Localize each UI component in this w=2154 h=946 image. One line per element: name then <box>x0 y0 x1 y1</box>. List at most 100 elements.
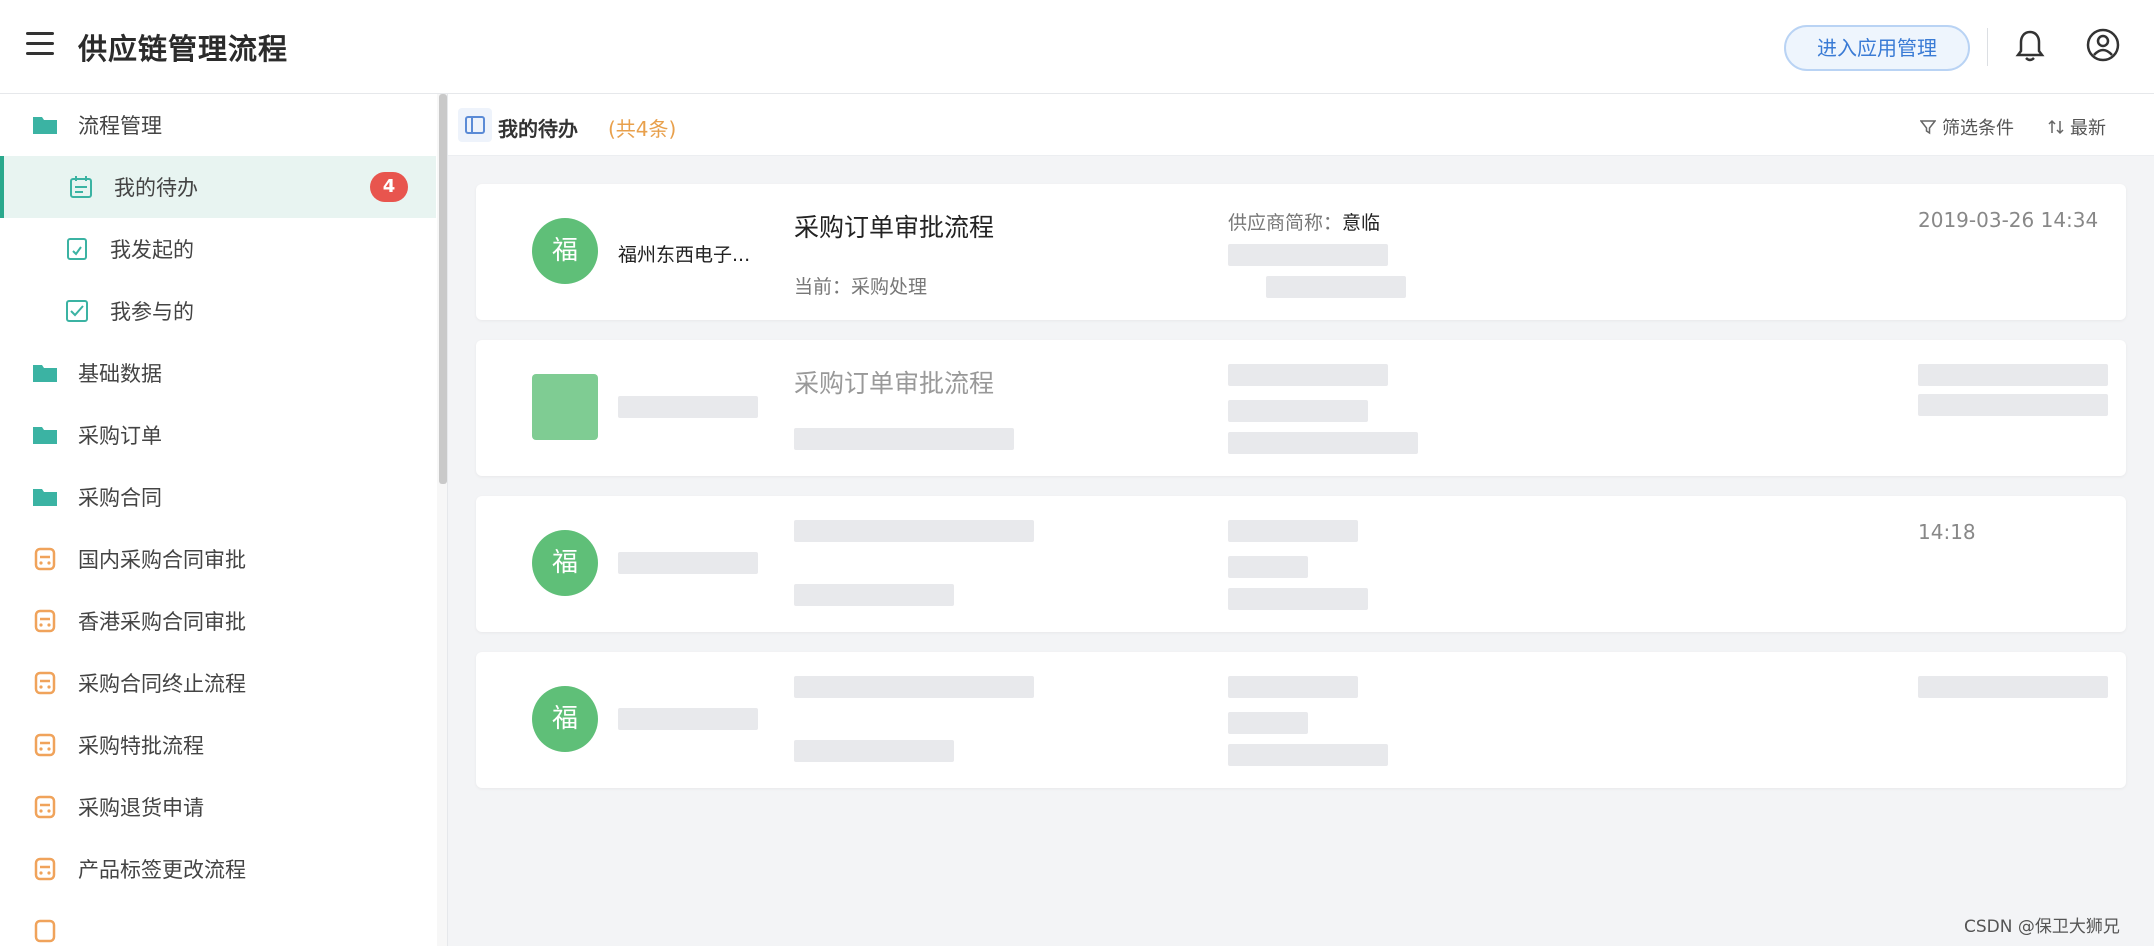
process-icon <box>34 857 56 881</box>
flow-title: 采购订单审批流程 <box>794 213 995 242</box>
sidebar-item-purchase-contract[interactable]: 采购合同 <box>0 466 436 528</box>
blurred-field <box>1228 244 1388 266</box>
sidebar-item-label: 采购订单 <box>78 424 162 448</box>
blurred-field <box>794 428 1014 450</box>
supplier-value: 意临 <box>1342 212 1381 234</box>
company-avatar: 福 <box>532 686 598 752</box>
sidebar-item-label-change[interactable]: 产品标签更改流程 <box>0 838 436 900</box>
blurred-field <box>1228 588 1368 610</box>
blurred-field <box>794 740 954 762</box>
process-icon <box>34 671 56 695</box>
sidebar-item-label: 采购合同终止流程 <box>78 672 246 696</box>
app-title: 供应链管理流程 <box>78 32 289 66</box>
sidebar-item-label: 产品标签更改流程 <box>78 858 246 882</box>
blurred-field <box>794 584 954 606</box>
filter-button[interactable]: 筛选条件 <box>1920 114 2014 140</box>
company-avatar <box>532 374 598 440</box>
blurred-field <box>794 520 1034 542</box>
sidebar-item-initiated[interactable]: 我发起的 <box>0 218 436 280</box>
sidebar-item-my-todo[interactable]: 我的待办 4 <box>0 156 436 218</box>
panel-toggle-icon[interactable] <box>458 108 492 142</box>
blurred-field <box>1228 744 1388 766</box>
blurred-field <box>618 396 758 418</box>
todo-count-badge: 4 <box>370 172 408 202</box>
process-icon <box>34 733 56 757</box>
enter-app-management-button[interactable]: 进入应用管理 <box>1784 25 1970 71</box>
sidebar-item-label: 基础数据 <box>78 362 162 386</box>
supplier-field: 供应商简称：意临 <box>1228 208 1380 235</box>
sidebar-item-hk-contract-approval[interactable]: 香港采购合同审批 <box>0 590 436 652</box>
sidebar-item-label: 我发起的 <box>110 238 194 262</box>
company-avatar: 福 <box>532 218 598 284</box>
blurred-field <box>1228 432 1418 454</box>
blurred-field <box>1228 712 1308 734</box>
blurred-field <box>1228 676 1358 698</box>
sidebar-item-label: 采购合同 <box>78 486 162 510</box>
todo-card[interactable]: 福 <box>476 652 2126 788</box>
folder-icon <box>33 427 57 444</box>
sidebar-item-special-approval[interactable]: 采购特批流程 <box>0 714 436 776</box>
document-start-icon <box>67 238 87 260</box>
company-avatar: 福 <box>532 530 598 596</box>
blurred-field <box>618 552 758 574</box>
sidebar-scroll-thumb[interactable] <box>439 94 447 484</box>
todo-card[interactable]: 采购订单审批流程 <box>476 340 2126 476</box>
sort-icon <box>2048 119 2064 135</box>
blurred-field <box>1918 364 2108 386</box>
todo-toolbar: 我的待办 (共4条) 筛选条件 最新 <box>448 94 2154 156</box>
sidebar-item-label: 我参与的 <box>110 300 194 324</box>
sidebar-item-return-request[interactable]: 采购退货申请 <box>0 776 436 838</box>
process-icon <box>34 547 56 571</box>
blurred-field <box>1228 400 1368 422</box>
sidebar-item-domestic-contract-approval[interactable]: 国内采购合同审批 <box>0 528 436 590</box>
sidebar-nav: 流程管理 我的待办 4 我发起的 我参与的 基础数据 采购订单 采购合同 国内采… <box>0 94 448 946</box>
flow-title: 采购订单审批流程 <box>794 369 995 398</box>
sort-label: 最新 <box>2070 118 2106 139</box>
sidebar-item-label: 香港采购合同审批 <box>78 610 246 634</box>
blurred-field <box>1228 556 1308 578</box>
folder-icon <box>33 365 57 382</box>
bell-icon[interactable] <box>2014 28 2046 64</box>
filter-label: 筛选条件 <box>1942 118 2014 139</box>
page-title: 我的待办 <box>498 117 578 141</box>
todo-card[interactable]: 福 14:18 <box>476 496 2126 632</box>
filter-icon <box>1920 120 1936 135</box>
sidebar-item-label: 国内采购合同审批 <box>78 548 246 572</box>
user-account-icon[interactable] <box>2086 28 2120 62</box>
sidebar-item-process-management[interactable]: 流程管理 <box>0 94 436 156</box>
folder-icon <box>33 117 57 134</box>
watermark: CSDN @保卫大狮兄 <box>1964 917 2120 937</box>
top-header: 供应链管理流程 进入应用管理 <box>0 0 2154 94</box>
sidebar-item-contract-termination[interactable]: 采购合同终止流程 <box>0 652 436 714</box>
todo-count: (共4条) <box>608 117 677 141</box>
blurred-field <box>1228 520 1358 542</box>
calendar-todo-icon <box>70 176 92 198</box>
timestamp: 2019-03-26 14:34 <box>1918 208 2099 232</box>
hamburger-menu-icon[interactable] <box>26 32 54 58</box>
header-divider <box>1987 28 1988 66</box>
blurred-field <box>1918 394 2108 416</box>
blurred-field <box>1266 276 1406 298</box>
sidebar-item-basic-data[interactable]: 基础数据 <box>0 342 436 404</box>
sidebar-item-cut-off[interactable] <box>0 900 436 946</box>
folder-icon <box>33 489 57 506</box>
main-content: 我的待办 (共4条) 筛选条件 最新 福 福州东西电子... 采购订单审批流程 … <box>448 94 2154 946</box>
flow-current-step: 当前：采购处理 <box>794 276 928 298</box>
sidebar-item-participated[interactable]: 我参与的 <box>0 280 436 342</box>
sidebar-item-label: 采购退货申请 <box>78 796 204 820</box>
process-icon <box>34 795 56 819</box>
blurred-field <box>1918 676 2108 698</box>
todo-card[interactable]: 福 福州东西电子... 采购订单审批流程 当前：采购处理 供应商简称：意临 20… <box>476 184 2126 320</box>
sort-button[interactable]: 最新 <box>2048 114 2106 140</box>
process-icon <box>34 609 56 633</box>
process-icon <box>34 919 56 943</box>
sidebar-item-label: 采购特批流程 <box>78 734 204 758</box>
sidebar-item-purchase-order[interactable]: 采购订单 <box>0 404 436 466</box>
sidebar-item-label: 我的待办 <box>114 176 198 200</box>
supplier-key: 供应商简称： <box>1228 212 1343 234</box>
checkbox-icon <box>66 300 88 322</box>
timestamp: 14:18 <box>1918 520 1976 544</box>
blurred-field <box>1228 364 1388 386</box>
company-name: 福州东西电子... <box>618 244 751 266</box>
blurred-field <box>794 676 1034 698</box>
